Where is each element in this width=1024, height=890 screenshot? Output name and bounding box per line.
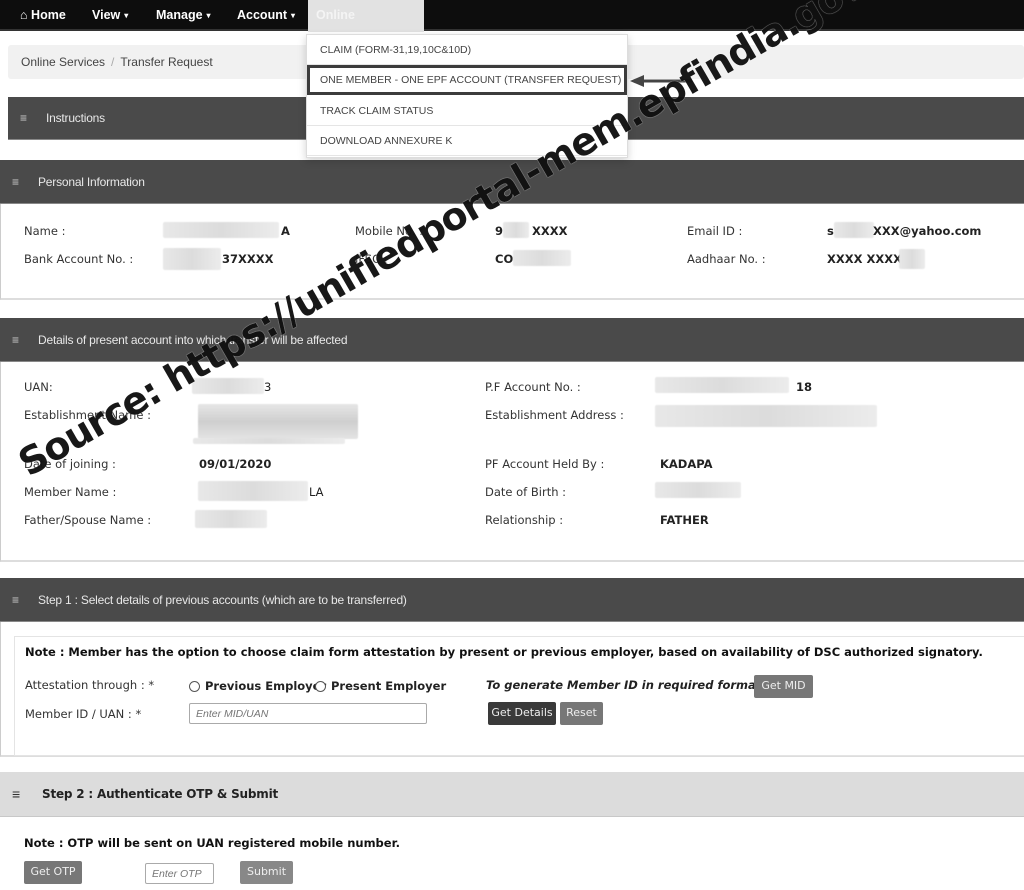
breadcrumb-online-services[interactable]: Online Services [21,55,105,69]
nav-home-label: Home [31,8,66,22]
radio-present-employer-label[interactable]: Present Employer [331,679,446,693]
pf-account-label: P.F Account No. : [485,380,581,394]
menu-icon: ≡ [12,174,20,189]
mobile-label: Mobile No. : [355,224,424,238]
redacted-establishment-address [655,405,877,427]
redacted-pf-account [655,377,789,393]
menu-item-claim[interactable]: CLAIM (FORM-31,19,10C&10D) [307,35,627,65]
menu-item-track-claim-status[interactable]: TRACK CLAIM STATUS [307,96,627,126]
pf-account-value: 18 [796,380,813,394]
caret-down-icon: ▾ [291,10,296,20]
name-value: A [281,224,290,238]
caret-down-icon: ▾ [124,10,129,20]
submit-button[interactable]: Submit [240,861,293,884]
present-account-title: Details of present account into which tr… [38,332,348,347]
reset-button[interactable]: Reset [560,702,603,725]
radio-previous-employer-label[interactable]: Previous Employer [205,679,326,693]
present-account-body: UAN: 3 P.F Account No. : 18 Establishmen… [0,362,1024,562]
personal-info-header[interactable]: ≡ Personal Information [0,160,1024,204]
email-label: Email ID : [687,224,743,238]
get-otp-button[interactable]: Get OTP [24,861,82,884]
step1-form-box: Note : Member has the option to choose c… [14,636,1024,756]
relationship-label: Relationship : [485,513,564,527]
redacted-name [163,222,279,238]
top-navbar: ⌂ Home View▾ Manage▾ Account▾ Online Ser… [0,0,1024,52]
ifsc-label: IFSC : [355,252,388,266]
mobile-value-prefix: 9 [495,224,504,238]
nav-view-label: View [92,8,121,22]
member-id-uan-label: Member ID / UAN : * [25,707,142,721]
nav-account[interactable]: Account ▾ [229,0,303,30]
annotation-arrow-icon [630,75,692,87]
establishment-address-label: Establishment Address : [485,408,624,422]
nav-view[interactable]: View ▾ [84,0,136,30]
redacted-mobile [503,222,529,238]
otp-input[interactable] [145,863,214,884]
attestation-label: Attestation through : * [25,678,155,692]
personal-info-body: Name : A Mobile No. : 9 XXXX Email ID : … [0,204,1024,300]
menu-item-transfer-request[interactable]: ONE MEMBER - ONE EPF ACCOUNT (TRANSFER R… [307,65,627,95]
radio-present-employer[interactable] [315,681,326,692]
uan-value: 3 [264,380,272,394]
email-value-suffix: XXX@yahoo.com [873,224,982,238]
member-name-value: LA [309,485,324,499]
redacted-email [834,222,874,238]
nav-manage[interactable]: Manage ▾ [148,0,219,30]
radio-previous-employer[interactable] [189,681,200,692]
present-account-header[interactable]: ≡ Details of present account into which … [0,318,1024,362]
nav-online-services[interactable]: Online Services▾ [308,0,424,52]
aadhaar-label: Aadhaar No. : [687,252,766,266]
redacted-ifsc [513,250,571,266]
date-of-joining-value: 09/01/2020 [199,457,272,471]
nav-home[interactable]: ⌂ Home [12,0,74,30]
breadcrumb-separator: / [111,55,115,69]
redacted-establishment-name [198,404,358,439]
step1-title: Step 1 : Select details of previous acco… [38,592,407,607]
menu-icon: ≡ [12,786,21,802]
step1-note: Note : Member has the option to choose c… [25,645,983,659]
email-value-prefix: s [827,224,834,238]
mobile-value-suffix: XXXX [532,224,568,238]
redacted-uan [192,378,264,394]
pf-account-held-by-value: KADAPA [660,457,713,471]
step2-header[interactable]: ≡ Step 2 : Authenticate OTP & Submit [0,772,1024,817]
father-spouse-name-label: Father/Spouse Name : [24,513,152,527]
menu-icon: ≡ [20,111,28,125]
redacted-establishment-name-line2 [193,438,345,444]
date-of-birth-label: Date of Birth : [485,485,567,499]
breadcrumb-transfer-request: Transfer Request [120,55,213,69]
get-details-button[interactable]: Get Details [488,702,556,725]
step1-header[interactable]: ≡ Step 1 : Select details of previous ac… [0,578,1024,622]
nav-manage-label: Manage [156,8,203,22]
redacted-bank-account [163,248,221,270]
bank-account-label: Bank Account No. : [24,252,134,266]
redacted-date-of-birth [655,482,741,498]
bank-account-value: 37XXXX [222,252,274,266]
redacted-member-name [198,481,308,501]
get-mid-button[interactable]: Get MID [754,675,813,698]
date-of-joining-label: Date of joining : [24,457,116,471]
uan-label: UAN: [24,380,53,394]
home-icon: ⌂ [20,8,28,22]
member-id-uan-input[interactable] [189,703,427,724]
personal-info-title: Personal Information [38,174,145,189]
instructions-title: Instructions [46,111,105,125]
redacted-aadhaar [899,249,925,269]
nav-account-label: Account [237,8,287,22]
name-label: Name : [24,224,66,238]
menu-icon: ≡ [12,332,20,347]
step2-title: Step 2 : Authenticate OTP & Submit [42,787,279,801]
establishment-name-label: Establishment Name : [24,408,151,422]
member-name-label: Member Name : [24,485,117,499]
pf-account-held-by-label: PF Account Held By : [485,457,605,471]
step2-note: Note : OTP will be sent on UAN registere… [24,836,400,850]
get-mid-hint: To generate Member ID in required format… [486,678,799,692]
caret-down-icon: ▾ [206,10,211,20]
relationship-value: FATHER [660,513,709,527]
redacted-father-name [195,510,267,528]
menu-icon: ≡ [12,592,20,607]
menu-item-download-annexure-k[interactable]: DOWNLOAD ANNEXURE K [307,126,627,156]
online-services-dropdown: CLAIM (FORM-31,19,10C&10D) ONE MEMBER - … [306,34,628,158]
